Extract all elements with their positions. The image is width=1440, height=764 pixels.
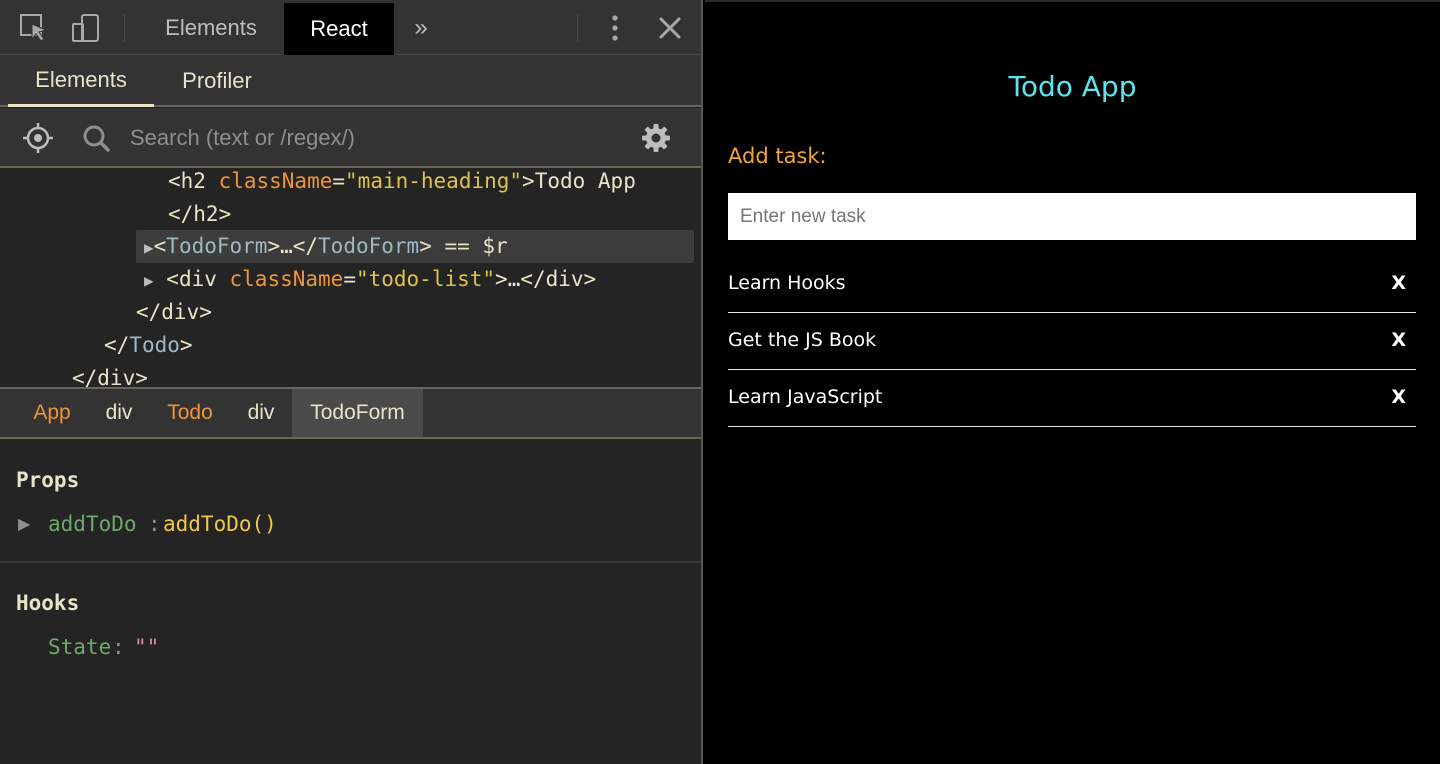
- prop-key: addToDo: [48, 512, 137, 536]
- props-section: Props ▶ addToDo : addToDo(): [0, 440, 701, 563]
- todo-text: Learn Hooks: [728, 272, 846, 294]
- device-toolbar-icon[interactable]: [70, 12, 102, 44]
- expand-arrow-icon[interactable]: ▶: [144, 271, 154, 290]
- expand-arrow-icon[interactable]: ▶: [18, 514, 30, 534]
- component-search-bar: [0, 108, 701, 168]
- tree-row[interactable]: <h2 className="main-heading">Todo App: [168, 170, 636, 198]
- hooks-section: Hooks State : "": [0, 565, 701, 764]
- delete-todo-button[interactable]: X: [1391, 272, 1406, 294]
- new-task-input[interactable]: [728, 193, 1416, 240]
- search-icon: [80, 122, 112, 154]
- more-tabs-chevron-icon[interactable]: »: [404, 10, 438, 46]
- toolbar-divider: [577, 14, 578, 42]
- owners-breadcrumb: App div Todo div TodoForm: [0, 387, 701, 439]
- more-options-icon[interactable]: [599, 12, 631, 44]
- todo-item: Learn Hooks X: [728, 256, 1416, 313]
- devtools-panel: Elements React » Elements Profiler Searc…: [0, 0, 703, 764]
- gear-icon[interactable]: [640, 122, 672, 154]
- search-input[interactable]: [130, 120, 610, 156]
- tree-row[interactable]: </Todo>: [104, 329, 193, 362]
- prop-separator: :: [148, 512, 161, 536]
- tab-react[interactable]: React: [284, 3, 394, 55]
- hooks-title: Hooks: [16, 591, 80, 615]
- hook-separator: :: [112, 635, 125, 659]
- todo-app: Todo App Add task: Learn Hooks X Get the…: [705, 0, 1440, 764]
- component-tree: <h2 className="main-heading">Todo App </…: [0, 170, 701, 387]
- inspect-icon[interactable]: [18, 12, 50, 44]
- main-heading: Todo App: [1008, 70, 1137, 103]
- target-icon[interactable]: [22, 122, 54, 154]
- toolbar-divider: [124, 14, 125, 42]
- close-icon[interactable]: [654, 12, 686, 44]
- props-title: Props: [16, 468, 80, 492]
- breadcrumb-item-selected[interactable]: TodoForm: [292, 389, 423, 437]
- add-task-label: Add task:: [728, 144, 827, 168]
- hook-value[interactable]: "": [134, 635, 159, 659]
- tree-row[interactable]: </h2>: [168, 198, 231, 231]
- breadcrumb-item[interactable]: App: [18, 389, 86, 437]
- tab-elements[interactable]: Elements: [140, 3, 282, 53]
- subtab-elements[interactable]: Elements: [8, 55, 154, 107]
- breadcrumb-item[interactable]: Todo: [152, 389, 228, 437]
- tree-row[interactable]: </div>: [136, 296, 212, 329]
- todo-text: Learn JavaScript: [728, 386, 883, 408]
- delete-todo-button[interactable]: X: [1391, 386, 1406, 408]
- tree-row[interactable]: </div>: [72, 362, 148, 387]
- breadcrumb-item[interactable]: div: [90, 389, 148, 437]
- todo-text: Get the JS Book: [728, 329, 877, 351]
- hook-key: State: [48, 635, 112, 659]
- expand-arrow-icon[interactable]: ▶: [144, 238, 154, 257]
- delete-todo-button[interactable]: X: [1391, 329, 1406, 351]
- subtab-profiler[interactable]: Profiler: [158, 55, 276, 107]
- breadcrumb-item[interactable]: div: [232, 389, 290, 437]
- todo-item: Get the JS Book X: [728, 313, 1416, 370]
- tree-row-selected[interactable]: ▶<TodoForm>…</TodoForm> == $r: [136, 230, 694, 263]
- react-subtabs: Elements Profiler: [0, 55, 701, 107]
- todo-item: Learn JavaScript X: [728, 370, 1416, 427]
- devtools-topbar: Elements React »: [0, 0, 701, 55]
- prop-value: addToDo(): [163, 512, 277, 536]
- tree-row[interactable]: ▶ <div className="todo-list">…</div>: [144, 263, 596, 296]
